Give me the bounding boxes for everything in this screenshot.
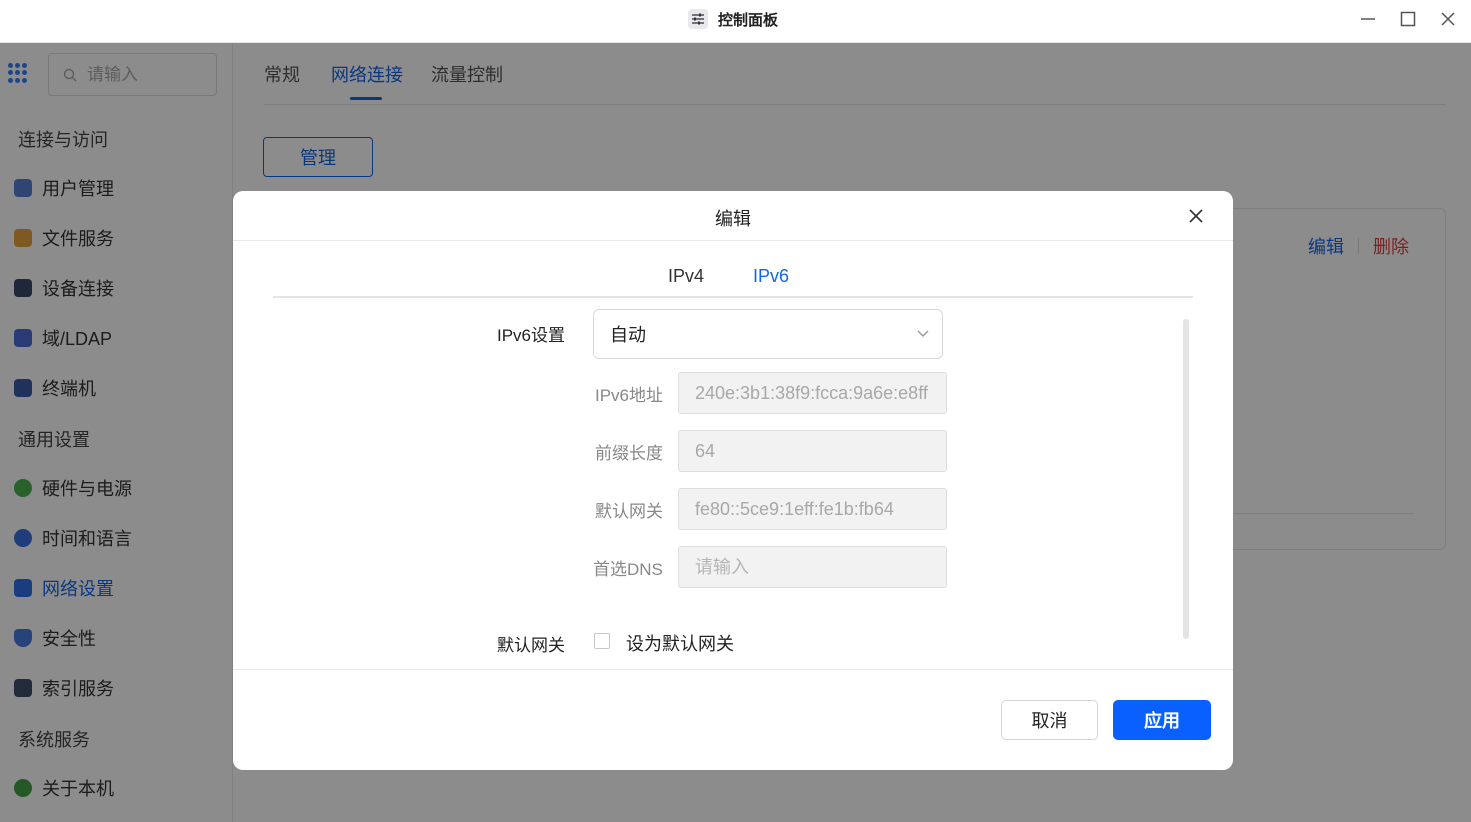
edit-dialog: 编辑 IPv4 IPv6 IPv6设置 自动 IPv6地址 前缀长度 默认网关 …	[233, 191, 1233, 770]
gateway-label: 默认网关	[595, 502, 663, 521]
close-icon	[1441, 12, 1455, 26]
default-gateway-label: 默认网关	[497, 636, 565, 655]
window-title: 控制面板	[718, 11, 779, 29]
close-icon	[1189, 209, 1203, 223]
ip-version-tabs: IPv4 IPv6	[273, 241, 1193, 298]
title-bar: 控制面板	[0, 0, 1471, 43]
preferred-dns-field[interactable]	[678, 546, 947, 588]
dialog-scrollbar[interactable]	[1183, 319, 1189, 639]
preferred-dns-label: 首选DNS	[593, 560, 663, 579]
ipv6-setting-label: IPv6设置	[497, 326, 566, 345]
ipv6-address-label: IPv6地址	[595, 386, 664, 405]
maximize-icon	[1400, 11, 1416, 27]
dialog-title: 编辑	[715, 209, 751, 229]
divider	[233, 669, 1233, 670]
ipv6-address-field[interactable]	[678, 372, 947, 414]
apply-button[interactable]: 应用	[1113, 700, 1211, 740]
tab-ipv4[interactable]: IPv4	[668, 266, 704, 287]
dialog-header: 编辑	[233, 191, 1233, 241]
ipv6-mode-value: 自动	[610, 325, 646, 345]
ipv6-mode-select[interactable]: 自动	[593, 309, 943, 359]
prefix-length-label: 前缀长度	[595, 444, 663, 463]
maximize-button[interactable]	[1397, 8, 1419, 30]
window-title-group: 控制面板	[688, 8, 778, 30]
minimize-button[interactable]	[1357, 8, 1379, 30]
cancel-button[interactable]: 取消	[1001, 700, 1098, 740]
chevron-down-icon	[917, 330, 929, 337]
minimize-icon	[1361, 18, 1375, 20]
sliders-icon	[688, 9, 708, 29]
dialog-close-button[interactable]	[1185, 205, 1207, 227]
default-gateway-checkbox-label[interactable]: 设为默认网关	[626, 630, 734, 656]
tab-ipv6[interactable]: IPv6	[753, 266, 789, 287]
gateway-field[interactable]	[678, 488, 947, 530]
close-window-button[interactable]	[1437, 8, 1459, 30]
prefix-length-field[interactable]	[678, 430, 947, 472]
default-gateway-checkbox[interactable]	[594, 633, 610, 649]
